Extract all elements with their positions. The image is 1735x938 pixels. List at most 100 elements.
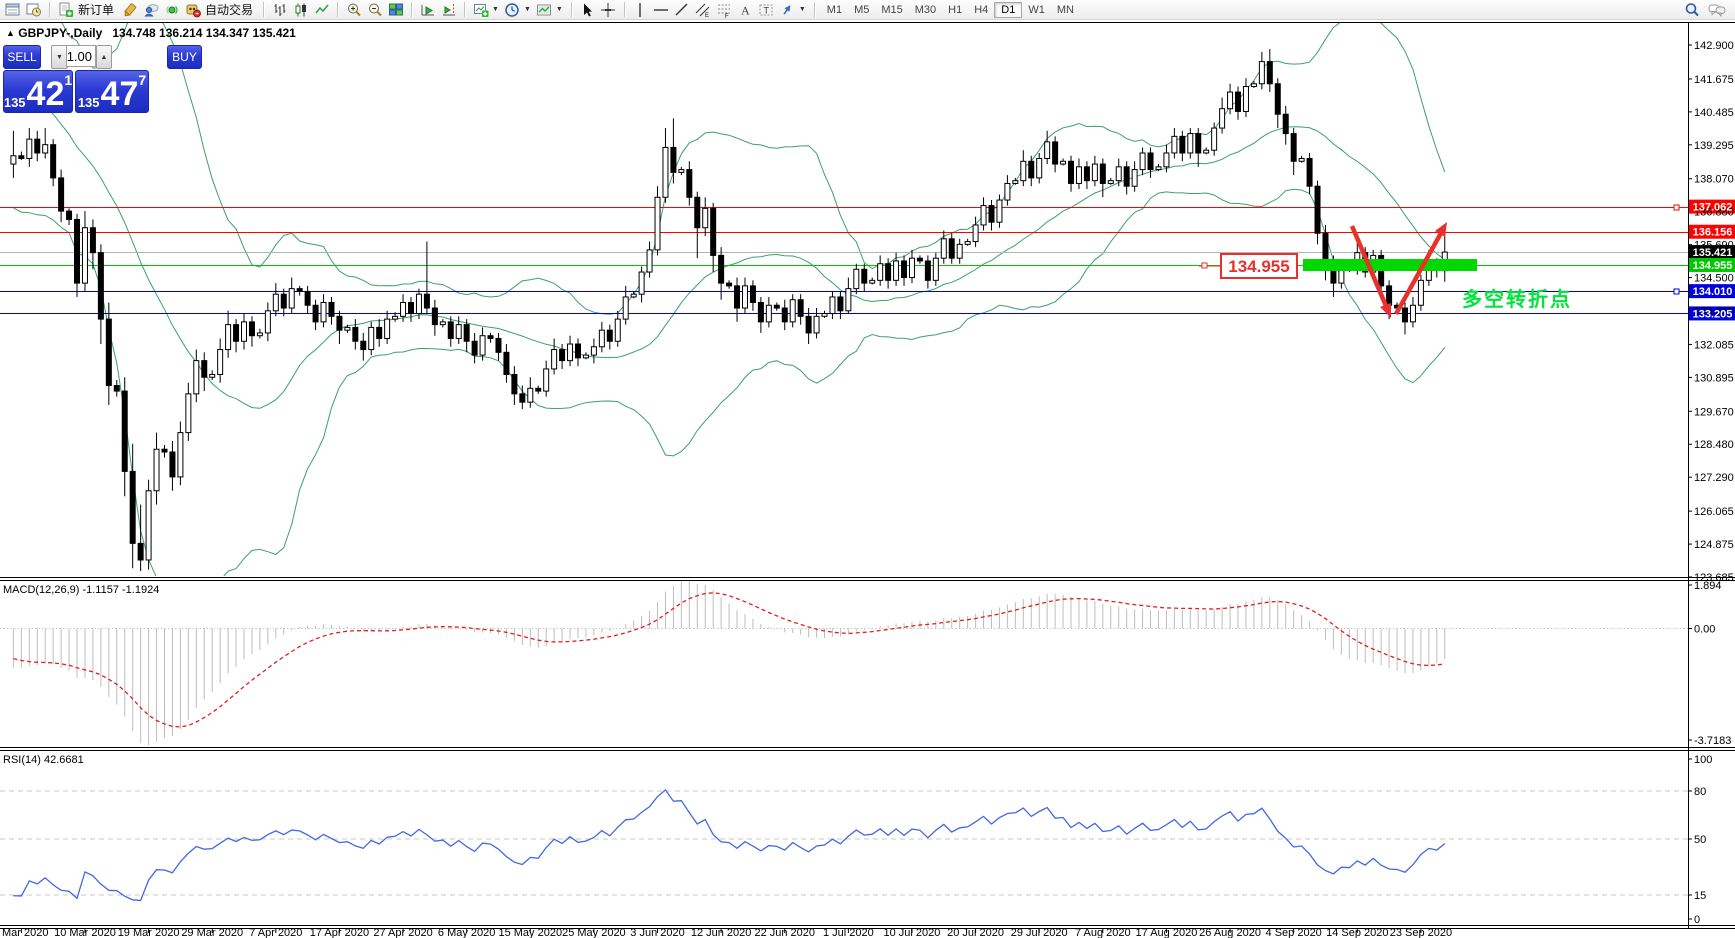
sell-button[interactable]: SELL <box>3 45 41 69</box>
macd-tick-label: 0.00 <box>1694 624 1715 636</box>
chart-expand-icon[interactable]: ▲ <box>6 28 15 38</box>
trendline-icon[interactable] <box>673 1 692 18</box>
text-icon[interactable]: A <box>736 1 755 18</box>
search-icon[interactable] <box>1682 1 1701 18</box>
date-tick-label: 14 Sep 2020 <box>1326 927 1388 938</box>
volume-increase-button[interactable]: ▲ <box>96 45 112 69</box>
vertical-line-icon[interactable] <box>631 1 650 18</box>
crosshair-icon[interactable] <box>599 1 618 18</box>
bid-prefix: 135 <box>3 95 26 110</box>
hline-endpoint-marker[interactable] <box>1673 288 1680 295</box>
date-tick-label: 27 Apr 2020 <box>373 927 432 938</box>
price-tick-label: 138.070 <box>1694 174 1734 186</box>
period-dropdown[interactable]: ▼ <box>524 6 531 13</box>
cursor-icon[interactable] <box>578 1 597 18</box>
timeframe-D1[interactable]: D1 <box>994 1 1023 18</box>
horizontal-line-icon[interactable] <box>652 1 671 18</box>
chart-shift-icon[interactable] <box>439 1 458 18</box>
support-zone-bar[interactable] <box>1303 259 1477 271</box>
timeframe-M5[interactable]: M5 <box>848 3 875 17</box>
one-click-trading-panel: SELL ▼ 1.00 ▲ BUY 135 42 1 135 47 7 <box>2 44 202 114</box>
fibonacci-icon[interactable]: F <box>715 1 734 18</box>
ask-prefix: 135 <box>77 95 100 110</box>
date-tick-label: 23 Sep 2020 <box>1390 927 1452 938</box>
arrows-dropdown[interactable]: ▼ <box>799 6 806 13</box>
price-tick-label: 141.675 <box>1694 74 1734 86</box>
line-chart-icon[interactable] <box>312 1 331 18</box>
price-badge-text: 137.062 <box>1693 202 1733 214</box>
hline-endpoint-marker[interactable] <box>1673 204 1680 211</box>
metaeditor-icon[interactable] <box>120 1 139 18</box>
date-tick-label: 19 Mar 2020 <box>118 927 180 938</box>
toolbar-separator <box>263 2 265 17</box>
date-tick-label: 17 Apr 2020 <box>310 927 369 938</box>
zoom-out-icon[interactable] <box>365 1 384 18</box>
new-chart-icon[interactable] <box>471 1 490 18</box>
timeframe-H4[interactable]: H4 <box>968 3 994 17</box>
chat-icon[interactable] <box>1707 1 1726 18</box>
macd-tick-label: 1.894 <box>1694 580 1722 592</box>
buy-button[interactable]: BUY <box>167 45 202 69</box>
ask-main-digits: 47 <box>100 75 139 114</box>
toolbar-separator <box>813 2 815 17</box>
rsi-tick-label: 80 <box>1694 786 1706 798</box>
toolbar-separator <box>337 2 339 17</box>
turning-point-note[interactable]: 多空转折点 <box>1462 287 1572 311</box>
price-badge-text: 135.421 <box>1693 247 1733 259</box>
date-tick-label: 7 Apr 2020 <box>249 927 302 938</box>
date-tick-label: 12 Jun 2020 <box>691 927 752 938</box>
price-badge-text: 133.205 <box>1693 308 1733 320</box>
volume-input[interactable]: 1.00 <box>66 45 96 67</box>
rsi-label: RSI(14) 42.6681 <box>3 754 84 766</box>
price-tick-label: 140.485 <box>1694 107 1734 119</box>
text-label-icon[interactable]: T <box>757 1 776 18</box>
date-tick-label: 4 Sep 2020 <box>1266 927 1322 938</box>
charts-list-icon[interactable] <box>3 1 22 18</box>
autotrading-icon[interactable] <box>183 1 202 18</box>
rsi-tick-label: 50 <box>1694 834 1706 846</box>
timeframe-H1[interactable]: H1 <box>942 3 968 17</box>
chart-canvas[interactable]: 134.955 多空转折点 142.900 141.675 140.485 139.295… <box>0 0 1735 938</box>
arrows-icon[interactable] <box>778 1 797 18</box>
timeframe-M15[interactable]: M15 <box>875 3 908 17</box>
period-clock-icon[interactable] <box>503 1 522 18</box>
price-badge-text: 136.156 <box>1693 227 1733 239</box>
chart-ohlc-values: 134.748 136.214 134.347 135.421 <box>112 26 296 40</box>
data-window-icon[interactable] <box>24 1 43 18</box>
bar-chart-icon[interactable] <box>270 1 289 18</box>
toolbar-separator <box>570 2 572 17</box>
rsi-tick-label: 0 <box>1694 914 1700 926</box>
toolbar-separator <box>411 2 413 17</box>
date-tick-label: 7 Aug 2020 <box>1075 927 1131 938</box>
svg-text:E: E <box>705 13 709 18</box>
new-chart-dropdown[interactable]: ▼ <box>492 6 499 13</box>
autotrading-label[interactable]: 自动交易 <box>205 1 253 18</box>
signals-icon[interactable] <box>162 1 181 18</box>
price-tick-label: 126.065 <box>1694 506 1734 518</box>
auto-scroll-icon[interactable] <box>418 1 437 18</box>
zoom-in-icon[interactable] <box>344 1 363 18</box>
timeframe-M1[interactable]: M1 <box>821 3 848 17</box>
timeframe-M30[interactable]: M30 <box>909 3 942 17</box>
timeframe-bar: M1 M5 M15 M30 H1 H4 D1 W1 MN <box>821 1 1080 18</box>
rsi-tick-label: 15 <box>1694 890 1706 902</box>
sell-price-panel[interactable]: 135 42 1 <box>3 70 73 113</box>
date-tick-label: 20 Jul 2020 <box>947 927 1004 938</box>
timeframe-MN[interactable]: MN <box>1051 3 1080 17</box>
toolbar: 新订单 自动交易 ▼ ▼ ▼ E F A T ▼ M1 M5 M15 M30 H… <box>0 0 1735 20</box>
template-icon[interactable] <box>535 1 554 18</box>
chart-plot-area[interactable] <box>0 20 1735 938</box>
timeframe-W1[interactable]: W1 <box>1022 3 1051 17</box>
new-order-icon[interactable] <box>56 1 75 18</box>
mql5-community-icon[interactable] <box>141 1 160 18</box>
mt4-terminal: 新订单 自动交易 ▼ ▼ ▼ E F A T ▼ M1 M5 M15 M30 H… <box>0 0 1735 938</box>
template-dropdown[interactable]: ▼ <box>556 6 563 13</box>
tile-windows-icon[interactable] <box>386 1 405 18</box>
buy-price-panel[interactable]: 135 47 7 <box>75 70 149 113</box>
bid-main-digits: 42 <box>26 75 65 114</box>
new-order-label[interactable]: 新订单 <box>78 1 114 18</box>
equidistant-channel-icon[interactable]: E <box>694 1 713 18</box>
candlestick-icon[interactable] <box>291 1 310 18</box>
price-tick-label: 129.670 <box>1694 406 1734 418</box>
macd-tick-label: -3.7183 <box>1694 735 1731 747</box>
